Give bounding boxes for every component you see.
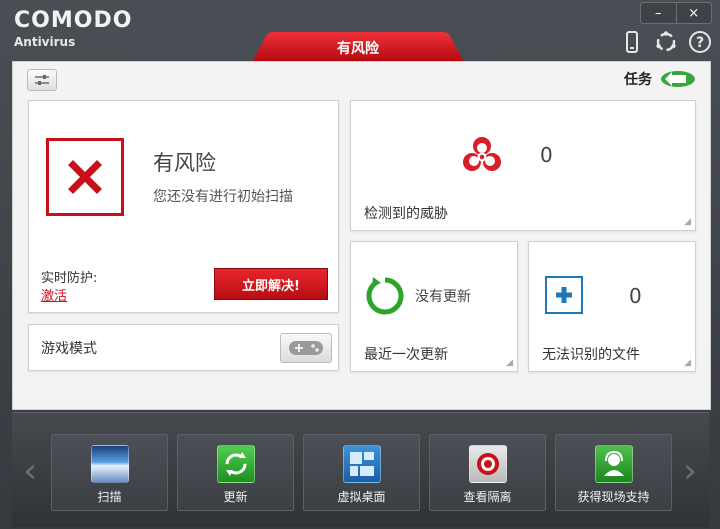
threats-panel[interactable]: 0 检测到的威胁 ◢	[350, 100, 696, 231]
unrecognized-files-count: 0	[629, 284, 642, 308]
risk-title: 有风险	[153, 151, 216, 175]
settings-button[interactable]	[27, 69, 57, 91]
threats-count: 0	[540, 143, 553, 167]
status-tab[interactable]: 有风险	[252, 32, 464, 62]
nav-item-label: 查看隔离	[463, 490, 512, 504]
nav-right-arrow[interactable]: ›	[680, 451, 700, 491]
x-icon	[68, 160, 102, 194]
svg-text:?: ?	[696, 35, 704, 51]
threats-label: 检测到的威胁	[364, 206, 448, 222]
biohazard-icon	[463, 137, 501, 171]
minimize-button[interactable]: –	[641, 3, 676, 23]
unrecognized-files-panel[interactable]: 0 无法识别的文件 ◢	[528, 241, 696, 372]
update-icon	[217, 445, 255, 483]
bottom-nav: ‹ 扫描 更新 虚拟桌面 查看隔离 获得现场支持 ›	[12, 412, 709, 527]
game-mode-toggle[interactable]	[280, 333, 332, 363]
comodo-window: COMODO Antivirus – × ? 有风险 任务 有风险 您还没有进行…	[0, 0, 720, 529]
risk-subtitle: 您还没有进行初始扫描	[153, 189, 293, 205]
realtime-protection-label: 实时防护:	[41, 271, 98, 286]
scan-icon	[91, 445, 129, 483]
activate-link[interactable]: 激活	[41, 285, 67, 304]
close-button[interactable]: ×	[675, 3, 712, 23]
product-name: Antivirus	[14, 35, 76, 49]
sliders-icon	[35, 75, 49, 85]
nav-left-arrow[interactable]: ‹	[20, 451, 40, 491]
nav-item-label: 更新	[223, 490, 248, 504]
update-status-text: 没有更新	[415, 289, 471, 305]
update-status-icon	[366, 277, 404, 315]
nav-item-quarantine[interactable]: 查看隔离	[429, 434, 546, 511]
top-icons: ?	[620, 30, 712, 56]
fix-now-button[interactable]: 立即解决!	[214, 268, 328, 300]
game-mode-label: 游戏模式	[41, 341, 97, 357]
support-icon	[595, 445, 633, 483]
mobile-icon[interactable]	[620, 30, 644, 54]
nav-item-update[interactable]: 更新	[177, 434, 294, 511]
last-update-label: 最近一次更新	[364, 347, 448, 363]
security-status-panel: 有风险 您还没有进行初始扫描 实时防护: 激活 立即解决!	[28, 100, 339, 313]
task-button[interactable]: 任务	[624, 69, 696, 89]
nav-item-label: 扫描	[97, 490, 122, 504]
unrecognized-files-indicator	[545, 276, 583, 314]
update-arrows-glyph	[225, 452, 247, 476]
brand-logo: COMODO	[14, 8, 133, 33]
quarantine-icon	[469, 445, 507, 483]
task-arrow-icon	[661, 71, 695, 87]
virtual-desktop-icon	[343, 445, 381, 483]
expand-corner-icon: ◢	[684, 217, 691, 227]
risk-indicator	[46, 138, 124, 216]
expand-corner-icon: ◢	[506, 358, 513, 368]
refresh-icon[interactable]	[654, 30, 678, 54]
status-tab-label: 有风险	[337, 41, 379, 57]
agent-glyph	[604, 450, 624, 476]
nav-item-support[interactable]: 获得现场支持	[555, 434, 672, 511]
window-controls: – ×	[640, 2, 712, 24]
task-label: 任务	[624, 72, 652, 88]
title-bar: COMODO Antivirus – × ? 有风险	[0, 0, 720, 62]
nav-item-scan[interactable]: 扫描	[51, 434, 168, 511]
nav-item-virtual-desktop[interactable]: 虚拟桌面	[303, 434, 420, 511]
updates-panel[interactable]: 没有更新 最近一次更新 ◢	[350, 241, 518, 372]
gamepad-icon	[289, 341, 323, 355]
plus-icon	[556, 287, 572, 303]
nav-item-label: 获得现场支持	[577, 490, 650, 504]
window-grid-glyph	[350, 452, 374, 476]
expand-corner-icon: ◢	[684, 358, 691, 368]
unrecognized-files-label: 无法识别的文件	[542, 347, 640, 363]
help-icon[interactable]: ?	[688, 30, 712, 54]
main-panel: 任务 有风险 您还没有进行初始扫描 实时防护: 激活 立即解决! 游戏模式 0 …	[12, 61, 711, 410]
game-mode-panel: 游戏模式	[28, 324, 339, 371]
nav-item-label: 虚拟桌面	[337, 490, 386, 504]
target-glyph	[477, 453, 499, 475]
